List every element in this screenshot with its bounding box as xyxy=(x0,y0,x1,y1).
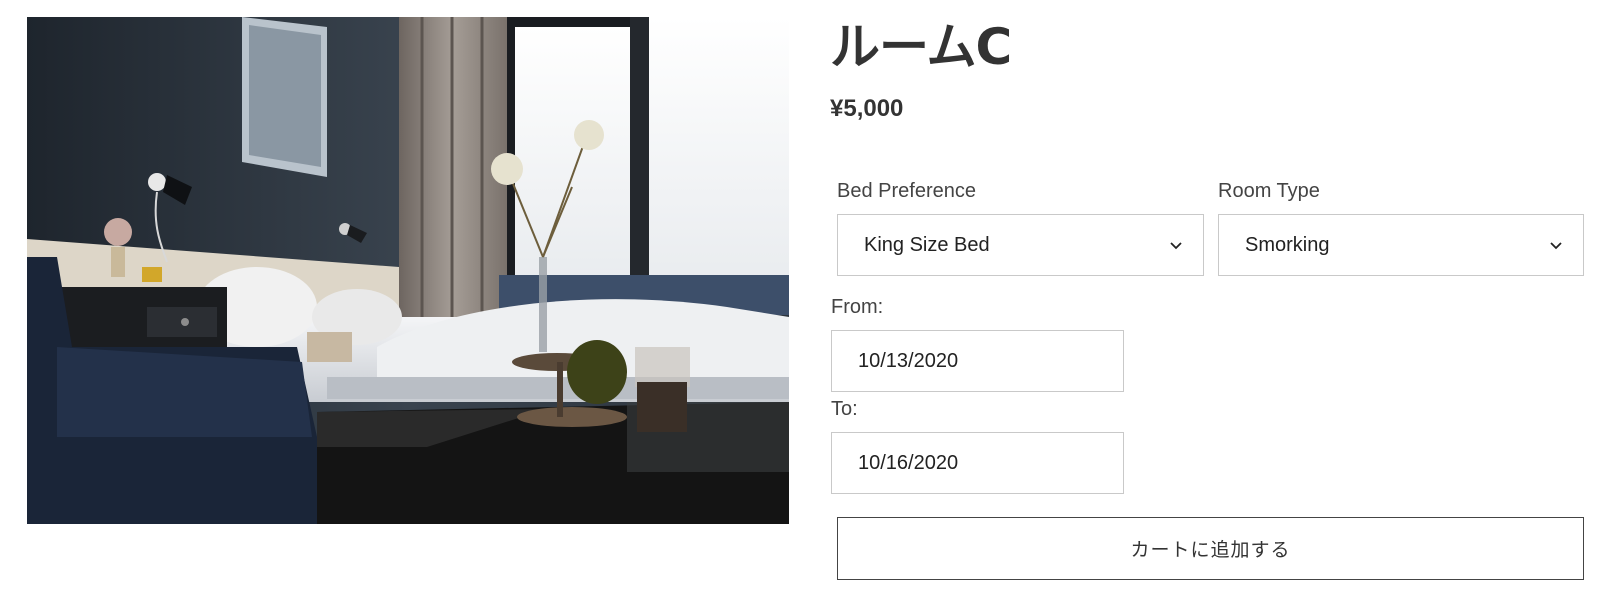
room-type-value: Smorking xyxy=(1245,233,1330,256)
room-photo-illustration xyxy=(27,17,789,524)
bed-preference-value: King Size Bed xyxy=(864,233,990,256)
chevron-down-icon xyxy=(1550,242,1562,250)
to-date-label: To: xyxy=(831,398,858,420)
to-date-value: 10/16/2020 xyxy=(858,451,959,474)
add-to-cart-button[interactable]: カートに追加する xyxy=(837,517,1584,580)
from-date-value: 10/13/2020 xyxy=(858,349,959,372)
from-date-input[interactable]: 10/13/2020 xyxy=(831,330,1124,392)
room-type-label: Room Type xyxy=(1218,180,1320,202)
from-date-label: From: xyxy=(831,296,884,318)
room-type-select[interactable]: Smorking xyxy=(1218,214,1584,276)
product-title: ルームC xyxy=(830,18,1012,76)
bed-preference-label: Bed Preference xyxy=(837,180,976,202)
to-date-input[interactable]: 10/16/2020 xyxy=(831,432,1124,494)
product-price: ¥5,000 xyxy=(830,95,904,122)
chevron-down-icon xyxy=(1170,242,1182,250)
bed-preference-select[interactable]: King Size Bed xyxy=(837,214,1204,276)
product-image xyxy=(27,17,789,524)
